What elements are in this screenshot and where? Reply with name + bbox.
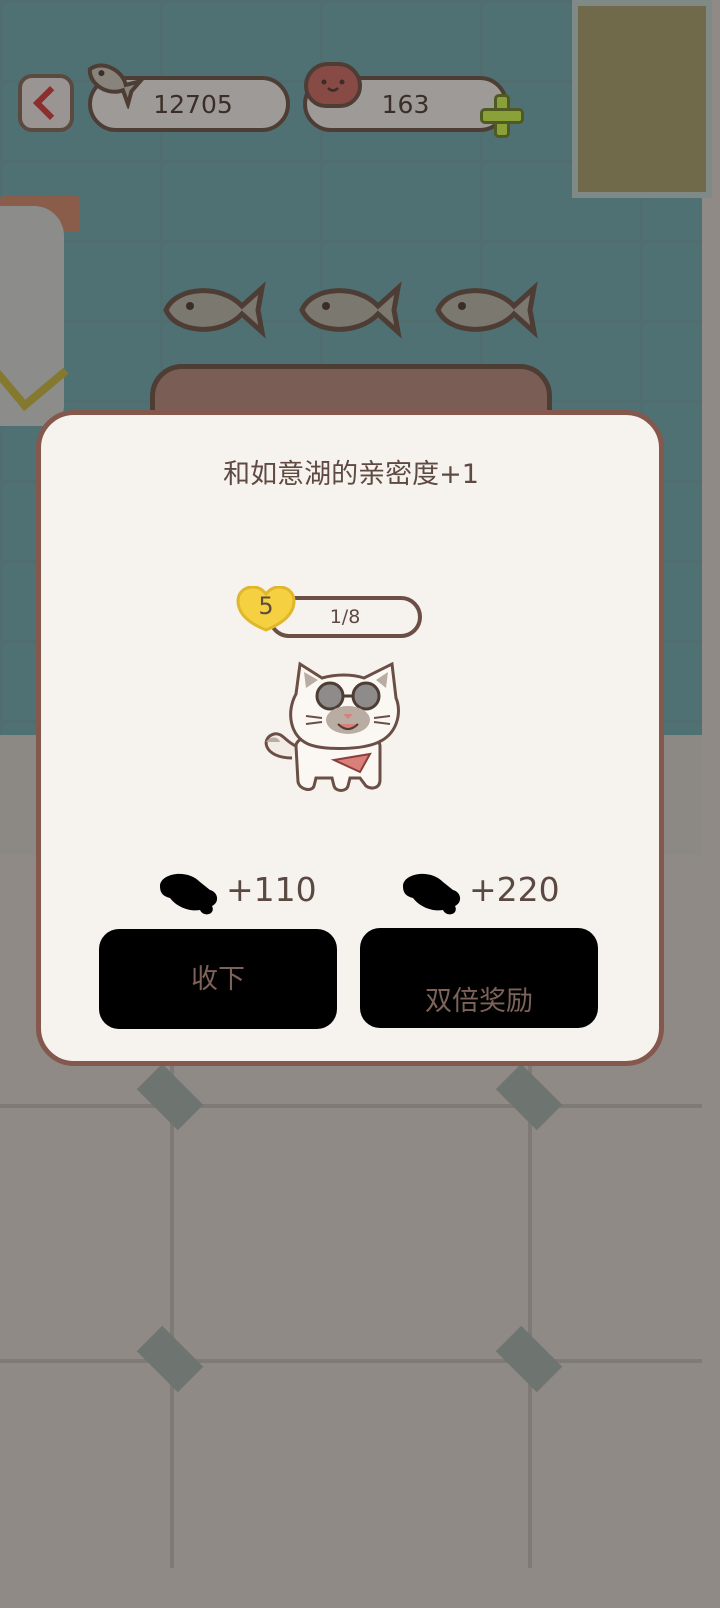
fish-snack-icon	[435, 281, 538, 339]
double-reward-amount: +220	[469, 870, 560, 909]
accept-button[interactable]: 收下	[99, 929, 337, 1029]
cat-character	[264, 661, 400, 792]
dialog-title: 和如意湖的亲密度+1	[223, 459, 479, 490]
wall-poster	[572, 0, 712, 198]
fish-snack-icon	[163, 281, 266, 339]
fish-count: 12705	[153, 89, 233, 119]
back-chevron-icon	[33, 86, 67, 120]
accept-button-label: 收下	[191, 963, 245, 995]
affinity-progress-text: 1/8	[329, 606, 361, 628]
double-reward-button-label: 双倍奖励	[425, 986, 533, 1017]
fish-reward-icon	[403, 873, 461, 915]
double-reward-button[interactable]: 双倍奖励	[360, 928, 598, 1028]
back-button[interactable]	[18, 74, 74, 132]
accept-reward-amount: +110	[226, 870, 317, 909]
fish-reward-icon	[160, 873, 218, 915]
fish-snack-icon	[299, 281, 402, 339]
add-hearts-button[interactable]	[480, 94, 524, 138]
affinity-level: 5	[258, 592, 274, 620]
heart-count: 163	[381, 89, 430, 119]
heart-face-icon	[304, 62, 362, 108]
